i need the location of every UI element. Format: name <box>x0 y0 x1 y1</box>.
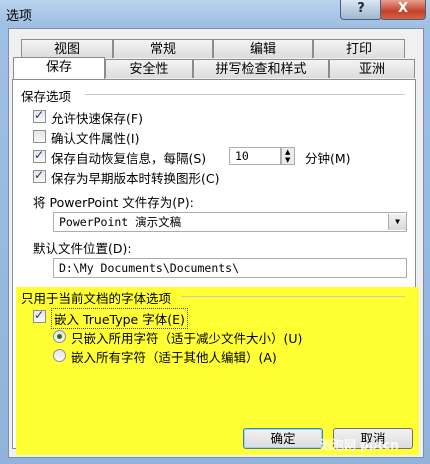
section-divider <box>181 296 405 297</box>
save-compat-checkbox[interactable] <box>33 168 46 183</box>
embed-fonts-checkbox[interactable] <box>33 308 46 323</box>
save-as-label: 将 PowerPoint 文件存为(P): <box>33 195 194 210</box>
embed-all-chars-label: 嵌入所有字符（适于其他人编辑）(A) <box>71 350 277 365</box>
fast-save-checkbox[interactable] <box>33 108 46 123</box>
tab-save[interactable]: 保存 <box>13 57 105 79</box>
title-bar: 选项 ? X <box>0 0 430 26</box>
ok-button[interactable]: 确定 <box>243 428 323 449</box>
window-title: 选项 <box>6 9 33 24</box>
help-button[interactable]: ? <box>340 0 382 20</box>
save-as-value: PowerPoint 演示文稿 <box>59 215 182 229</box>
minutes-unit-label: 分钟(M) <box>305 151 351 166</box>
save-compat-label: 保存为早期版本时转换图形(C) <box>51 171 220 186</box>
embed-used-chars-radio[interactable] <box>53 330 66 343</box>
confirm-properties-label: 确认文件属性(I) <box>51 131 140 146</box>
embed-used-chars-label: 只嵌入所用字符（适于减少文件大小）(U) <box>71 331 303 346</box>
confirm-properties-checkbox[interactable] <box>33 130 46 143</box>
dialog-client-area: 视图 常规 编辑 打印 保存 安全性 拼写检查和样式 亚洲 保存选项 允许快速保… <box>8 28 424 458</box>
embed-all-chars-radio[interactable] <box>53 349 66 362</box>
tab-edit[interactable]: 编辑 <box>213 39 313 58</box>
save-options-heading: 保存选项 <box>21 89 72 104</box>
options-dialog: 选项 ? X 视图 常规 编辑 打印 保存 安全性 拼写检查和样式 亚洲 保存选… <box>0 0 430 464</box>
save-as-dropdown[interactable]: PowerPoint 演示文稿 ▼ <box>53 212 407 232</box>
minutes-spinner[interactable]: ▲ ▼ <box>281 147 295 165</box>
default-location-label: 默认文件位置(D): <box>33 241 132 256</box>
watermark: 泡泡网 pptcn <box>320 438 399 452</box>
spin-down-icon[interactable]: ▼ <box>285 156 290 164</box>
tab-print[interactable]: 打印 <box>313 39 405 58</box>
autorecover-minutes-input[interactable]: 10 <box>229 147 281 165</box>
embed-fonts-label: 嵌入 TrueType 字体(E) <box>51 308 188 329</box>
fast-save-label: 允许快速保存(F) <box>51 111 143 126</box>
section-divider <box>85 94 405 95</box>
autorecover-checkbox[interactable] <box>33 148 46 163</box>
tab-general[interactable]: 常规 <box>113 39 213 58</box>
autorecover-label: 保存自动恢复信息，每隔(S) <box>51 151 207 166</box>
default-location-input[interactable]: D:\My Documents\Documents\ <box>53 258 407 278</box>
tab-security[interactable]: 安全性 <box>105 59 193 78</box>
chevron-down-icon[interactable]: ▼ <box>388 214 406 230</box>
tab-view[interactable]: 视图 <box>21 39 113 58</box>
spin-up-icon[interactable]: ▲ <box>285 148 290 156</box>
tab-asian[interactable]: 亚洲 <box>329 59 415 78</box>
tab-spelling-style[interactable]: 拼写检查和样式 <box>193 59 329 78</box>
font-options-heading: 只用于当前文档的字体选项 <box>21 291 172 306</box>
close-button[interactable]: X <box>380 0 426 20</box>
